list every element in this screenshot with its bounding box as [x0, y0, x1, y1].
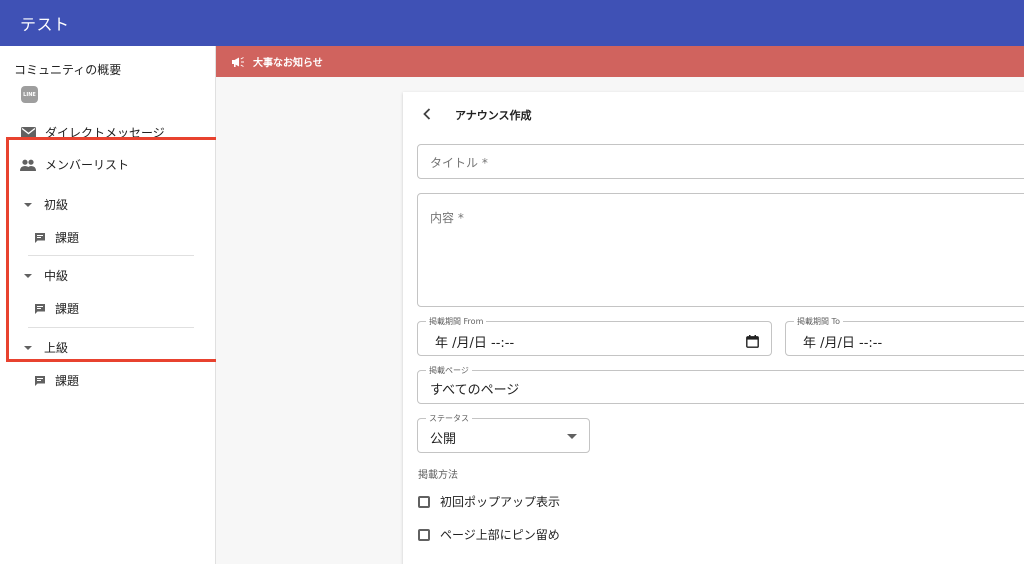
title-placeholder: タイトル *	[430, 156, 488, 170]
option-label: ページ上部にピン留め	[440, 528, 560, 542]
group-advanced-task[interactable]: 課題	[34, 372, 79, 389]
group-advanced[interactable]: 上級	[24, 339, 68, 356]
period-from-value: 年 /月/日 --:--	[435, 336, 515, 351]
checkbox[interactable]	[418, 495, 430, 508]
caret-down-icon	[24, 273, 32, 278]
chat-icon	[34, 232, 46, 244]
status-label: ステータス	[426, 413, 472, 424]
app-bar: テスト	[0, 0, 1024, 46]
divider	[28, 327, 194, 328]
line-icon[interactable]: LINE	[21, 86, 38, 103]
group-intermediate[interactable]: 中級	[24, 267, 68, 284]
page-select[interactable]: 掲載ページ すべてのページ	[417, 365, 1024, 404]
community-title[interactable]: コミュニティの概要	[14, 61, 121, 78]
period-to-label: 掲載期間 To	[794, 316, 843, 327]
divider	[28, 255, 194, 256]
task-label: 課題	[55, 374, 80, 388]
task-label: 課題	[55, 231, 80, 245]
title-input[interactable]: タイトル *	[417, 144, 1024, 179]
page-title: アナウンス作成	[455, 109, 532, 122]
period-to-input[interactable]: 掲載期間 To 年 /月/日 --:--	[785, 316, 1024, 356]
chat-icon	[34, 375, 46, 387]
group-beginner[interactable]: 初級	[24, 196, 68, 213]
page-label: 掲載ページ	[426, 365, 472, 376]
dropdown-arrow-icon[interactable]	[567, 434, 577, 439]
group-label: 中級	[44, 269, 69, 283]
announcement-banner[interactable]: 大事なお知らせ	[216, 46, 1024, 77]
back-button[interactable]	[420, 106, 434, 122]
page-value: すべてのページ	[430, 383, 520, 398]
group-label: 初級	[44, 198, 69, 212]
chat-icon	[34, 303, 46, 315]
megaphone-icon	[231, 56, 245, 68]
caret-down-icon	[24, 345, 32, 350]
app-title: テスト	[20, 15, 70, 34]
group-intermediate-task[interactable]: 課題	[34, 300, 79, 317]
banner-text: 大事なお知らせ	[253, 58, 323, 69]
caret-down-icon	[24, 202, 32, 207]
content-textarea[interactable]: 内容 *	[417, 193, 1024, 307]
period-from-input[interactable]: 掲載期間 From 年 /月/日 --:--	[417, 316, 772, 356]
calendar-icon[interactable]	[746, 333, 759, 352]
status-select[interactable]: ステータス 公開	[417, 413, 590, 453]
chevron-left-icon	[423, 108, 431, 120]
status-value: 公開	[430, 432, 457, 447]
task-label: 課題	[55, 302, 80, 316]
checkbox[interactable]	[418, 528, 430, 541]
popup-option[interactable]: 初回ポップアップ表示	[418, 493, 560, 510]
option-label: 初回ポップアップ表示	[440, 495, 561, 509]
period-to-value: 年 /月/日 --:--	[803, 336, 883, 351]
pin-option[interactable]: ページ上部にピン留め	[418, 526, 560, 543]
period-from-label: 掲載期間 From	[426, 316, 487, 327]
group-beginner-task[interactable]: 課題	[34, 229, 79, 246]
line-badge-text: LINE	[23, 91, 36, 98]
group-label: 上級	[44, 341, 69, 355]
method-label: 掲載方法	[418, 470, 458, 481]
content-placeholder: 内容 *	[430, 211, 464, 225]
highlight-box	[6, 137, 222, 362]
app-root: テスト コミュニティの概要 LINE ダイレクトメッセージ メンバーリスト 初級…	[0, 0, 1024, 564]
